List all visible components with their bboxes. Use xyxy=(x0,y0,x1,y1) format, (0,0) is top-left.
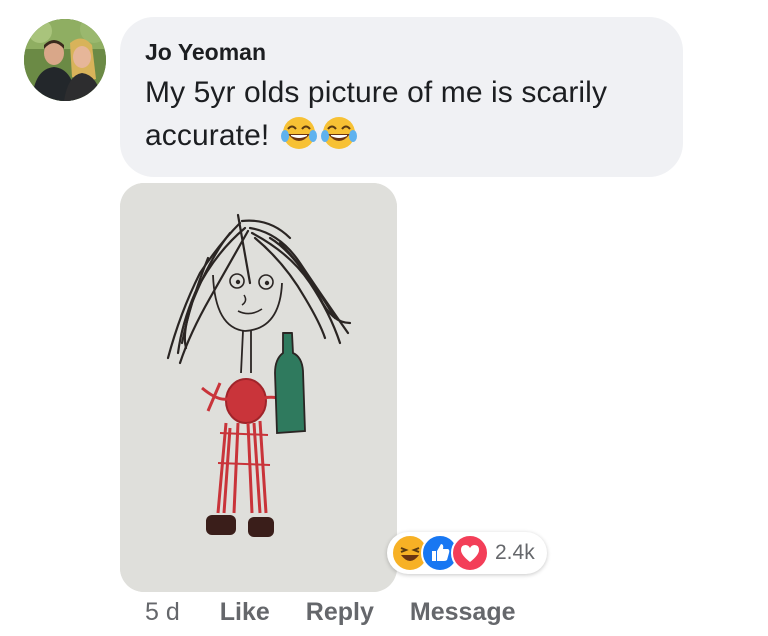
child-drawing-image xyxy=(120,183,397,592)
comment-text: My 5yr olds picture of me is scarily acc… xyxy=(145,72,657,157)
attached-photo[interactable] xyxy=(120,183,397,592)
comment-bubble: Jo Yeoman My 5yr olds picture of me is s… xyxy=(120,17,683,177)
author-name[interactable]: Jo Yeoman xyxy=(145,37,657,67)
message-button[interactable]: Message xyxy=(410,597,516,627)
reply-button[interactable]: Reply xyxy=(306,597,374,627)
author-avatar[interactable] xyxy=(24,19,106,101)
comment-actions: 5 d Like Reply Message xyxy=(145,597,552,627)
love-reaction-icon xyxy=(451,534,489,572)
reaction-count: 2.4k xyxy=(495,541,535,564)
like-button[interactable]: Like xyxy=(220,597,270,627)
avatar-photo xyxy=(24,19,106,101)
face-with-tears-of-joy-icon xyxy=(280,117,317,149)
comment-timestamp[interactable]: 5 d xyxy=(145,597,180,627)
comment-body: My 5yr olds picture of me is scarily acc… xyxy=(145,76,608,152)
face-with-tears-of-joy-icon xyxy=(320,117,357,149)
reactions-summary[interactable]: 2.4k xyxy=(387,532,547,574)
